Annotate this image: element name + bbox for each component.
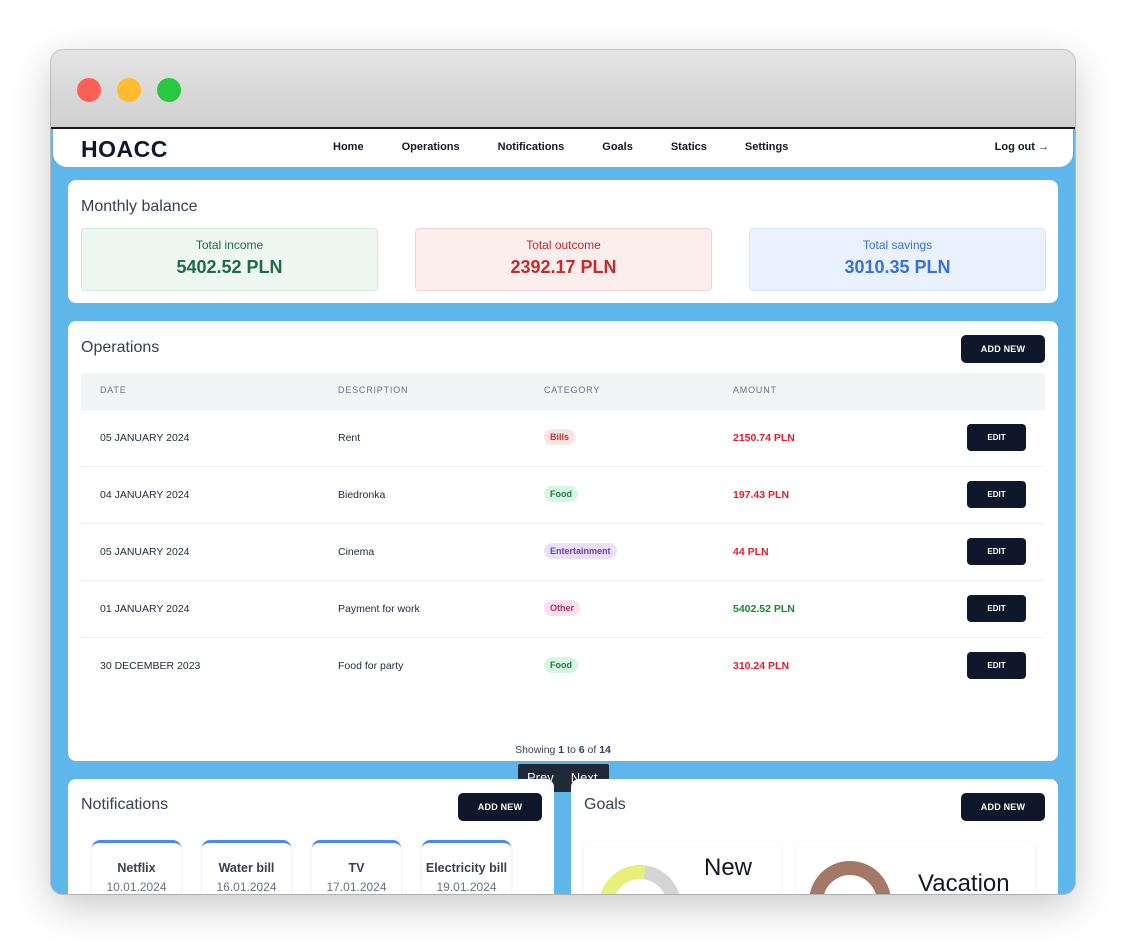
app-logo[interactable]: HOACC [81,136,168,163]
showing-of-word: of [587,744,597,756]
notification-title: Netflix [117,861,156,875]
showing-total: 14 [599,744,611,756]
goal-progress-ring [599,865,681,894]
operation-date: 30 DECEMBER 2023 [100,660,201,672]
table-header: DATE DESCRIPTION CATEGORY AMOUNT [81,373,1045,409]
edit-operation-button[interactable]: EDIT [967,595,1026,622]
operation-amount: 310.24 PLN [733,660,790,672]
showing-to-word: to [567,744,576,756]
operation-date: 05 JANUARY 2024 [100,546,190,558]
total-outcome-label: Total outcome [526,238,601,252]
column-header-description: DESCRIPTION [338,385,409,395]
operations-card: Operations ADD NEW DATE DESCRIPTION CATE… [68,321,1058,792]
nav-goals[interactable]: Goals [602,141,633,153]
monthly-balance-card: Monthly balance Total income 5402.52 PLN… [68,180,1058,303]
notification-date: 17.01.2024 [326,880,387,894]
table-row: 05 JANUARY 2024 Cinema Entertainment 44 PLN… [81,523,1045,580]
monthly-balance-title: Monthly balance [81,198,198,215]
category-badge: Bills [544,429,576,445]
total-outcome-box: Total outcome 2392.17 PLN [415,228,712,291]
operation-date: 04 JANUARY 2024 [100,489,190,501]
operation-description: Food for party [338,660,404,672]
edit-operation-button[interactable]: EDIT [967,538,1026,565]
goals-card: Goals ADD NEW New Vacation [571,779,1058,894]
operation-description: Rent [338,432,361,444]
notification-date: 19.01.2024 [436,880,497,894]
operation-description: Payment for work [338,603,420,615]
nav-operations[interactable]: Operations [402,141,460,153]
showing-from: 1 [558,744,565,756]
add-notification-button[interactable]: ADD NEW [458,793,542,821]
notification-date: 16.01.2024 [216,880,277,894]
notifications-card: Notifications ADD NEW Netflix 10.01.2024 W… [68,779,554,894]
operation-amount: 5402.52 PLN [733,603,795,615]
category-badge: Other [544,600,581,616]
maximize-window-button[interactable] [157,78,181,102]
notification-title: Electricity bill [425,861,508,875]
goal-card[interactable]: Vacation [796,842,1035,894]
operation-amount: 2150.74 PLN [733,432,795,444]
add-goal-button[interactable]: ADD NEW [961,793,1045,821]
total-savings-label: Total savings [862,238,933,252]
column-header-date: DATE [100,385,127,395]
operation-amount: 44 PLN [733,546,769,558]
operations-table: DATE DESCRIPTION CATEGORY AMOUNT 05 JANU… [81,373,1045,792]
edit-operation-button[interactable]: EDIT [967,424,1026,451]
showing-prefix: Showing [515,744,556,756]
notification-card[interactable]: Netflix 10.01.2024 [92,840,181,894]
goal-title: New [704,854,753,881]
operation-description: Biedronka [338,489,386,501]
minimize-window-button[interactable] [117,78,141,102]
nav-notifications[interactable]: Notifications [498,141,565,153]
goal-card[interactable]: New [584,842,781,894]
notification-card[interactable]: TV 17.01.2024 [312,840,401,894]
total-income-box: Total income 5402.52 PLN [81,228,378,291]
column-header-category: CATEGORY [544,385,601,395]
table-body: 05 JANUARY 2024 Rent Bills 2150.74 PLN EDIT 0… [81,409,1045,694]
logout-link[interactable]: Log out → [995,141,1049,153]
top-navbar: HOACC Home Operations Notifications Goal… [53,129,1073,167]
column-header-amount: AMOUNT [733,385,777,395]
close-window-button[interactable] [77,78,101,102]
edit-operation-button[interactable]: EDIT [967,481,1026,508]
operation-description: Cinema [338,546,375,558]
notification-card[interactable]: Water bill 16.01.2024 [202,840,291,894]
total-income-label: Total income [195,238,264,252]
total-outcome-value: 2392.17 PLN [510,257,617,277]
table-row: 01 JANUARY 2024 Payment for work Other 5402… [81,580,1045,637]
notification-date: 10.01.2024 [106,880,167,894]
operation-amount: 197.43 PLN [733,489,790,501]
goal-progress-ring [809,861,891,894]
total-income-value: 5402.52 PLN [176,257,283,277]
goals-title: Goals [584,796,626,813]
notification-title: Water bill [218,861,275,875]
total-savings-value: 3010.35 PLN [844,257,951,277]
edit-operation-button[interactable]: EDIT [967,652,1026,679]
table-row: 30 DECEMBER 2023 Food for party Food 310.24… [81,637,1045,694]
category-badge: Food [544,486,578,502]
nav-links: Home Operations Notifications Goals Stat… [333,141,788,153]
notifications-title: Notifications [81,796,169,813]
table-row: 04 JANUARY 2024 Biedronka Food 197.43 PLN ED… [81,466,1045,523]
notification-title: TV [348,861,365,875]
nav-settings[interactable]: Settings [745,141,788,153]
category-badge: Entertainment [544,543,617,559]
nav-home[interactable]: Home [333,141,364,153]
pagination-summary: Showing 1 to 6 of 14 [81,744,1045,756]
total-savings-box: Total savings 3010.35 PLN [749,228,1046,291]
goal-title: Vacation [918,870,1010,894]
operation-date: 05 JANUARY 2024 [100,432,190,444]
browser-window: HOACC Home Operations Notifications Goal… [51,50,1075,894]
notification-card[interactable]: Electricity bill 19.01.2024 [422,840,511,894]
operation-date: 01 JANUARY 2024 [100,603,190,615]
window-titlebar [51,50,1075,129]
nav-statics[interactable]: Statics [671,141,707,153]
operations-title: Operations [81,339,160,356]
category-badge: Food [544,657,578,673]
showing-to: 6 [578,744,585,756]
add-operation-button[interactable]: ADD NEW [961,335,1045,363]
table-row: 05 JANUARY 2024 Rent Bills 2150.74 PLN EDIT [81,409,1045,466]
